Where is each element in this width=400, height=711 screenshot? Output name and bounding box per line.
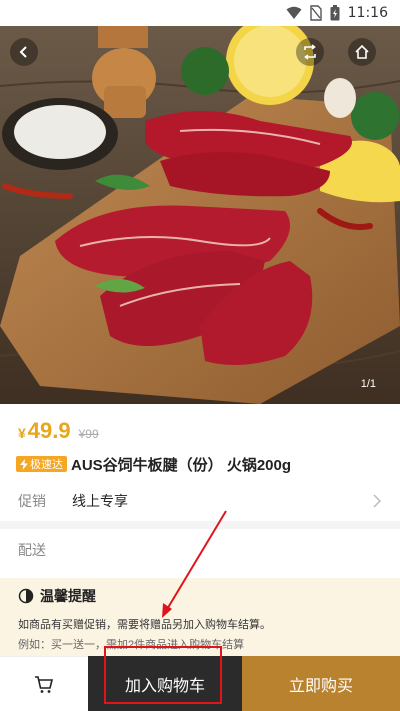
notice-title: 温馨提醒 — [18, 586, 96, 606]
product-image[interactable]: 1/1 — [0, 26, 400, 404]
home-button[interactable] — [348, 38, 376, 66]
warm-reminder-panel: 温馨提醒 如商品有买赠促销，需要将赠品另加入购物车结算。 例如：买一送一，需加2… — [0, 578, 400, 656]
back-button[interactable] — [10, 38, 38, 66]
delivery-label: 配送 — [18, 542, 46, 558]
annotation-highlight-box — [104, 646, 222, 704]
express-badge: 极速达 — [16, 456, 67, 472]
lightning-icon — [20, 458, 28, 470]
chevron-left-icon — [19, 46, 27, 58]
price-value: 49.9 — [27, 418, 71, 443]
express-badge-label: 极速达 — [30, 459, 63, 471]
wifi-icon — [286, 6, 302, 19]
notice-title-text: 温馨提醒 — [40, 588, 96, 604]
promotion-value: 线上专享 — [72, 493, 128, 509]
original-price: ¥99 — [78, 427, 99, 441]
shield-icon — [18, 588, 34, 604]
current-price: ¥49.9 — [18, 418, 71, 444]
share-icon — [304, 44, 316, 60]
section-divider — [0, 521, 400, 529]
buy-now-button[interactable]: 立即购买 — [242, 656, 400, 711]
status-bar: 11:16 — [0, 0, 400, 26]
promotion-label: 促销 — [18, 493, 46, 509]
cart-icon — [35, 676, 54, 693]
product-title-row: 极速达 AUS谷饲牛板腱（份） 火锅200g — [16, 452, 386, 476]
status-time: 11:16 — [347, 5, 388, 21]
price-row: ¥49.9 ¥99 — [18, 418, 99, 450]
home-icon — [355, 44, 369, 59]
battery-icon — [330, 5, 340, 21]
product-title: AUS谷饲牛板腱（份） 火锅200g — [71, 456, 292, 474]
status-icons: 11:16 — [286, 4, 388, 22]
cart-button[interactable] — [0, 656, 88, 711]
chevron-right-icon — [373, 494, 382, 508]
share-button[interactable] — [296, 38, 324, 66]
promotion-row[interactable]: 促销 线上专享 — [0, 481, 400, 521]
delivery-row[interactable]: 配送 — [0, 530, 400, 570]
currency-symbol: ¥ — [18, 425, 26, 441]
image-pager: 1/1 — [360, 378, 376, 390]
no-sim-icon — [309, 5, 322, 21]
notice-line-1: 如商品有买赠促销，需要将赠品另加入购物车结算。 — [18, 619, 271, 631]
product-photo — [0, 26, 400, 404]
